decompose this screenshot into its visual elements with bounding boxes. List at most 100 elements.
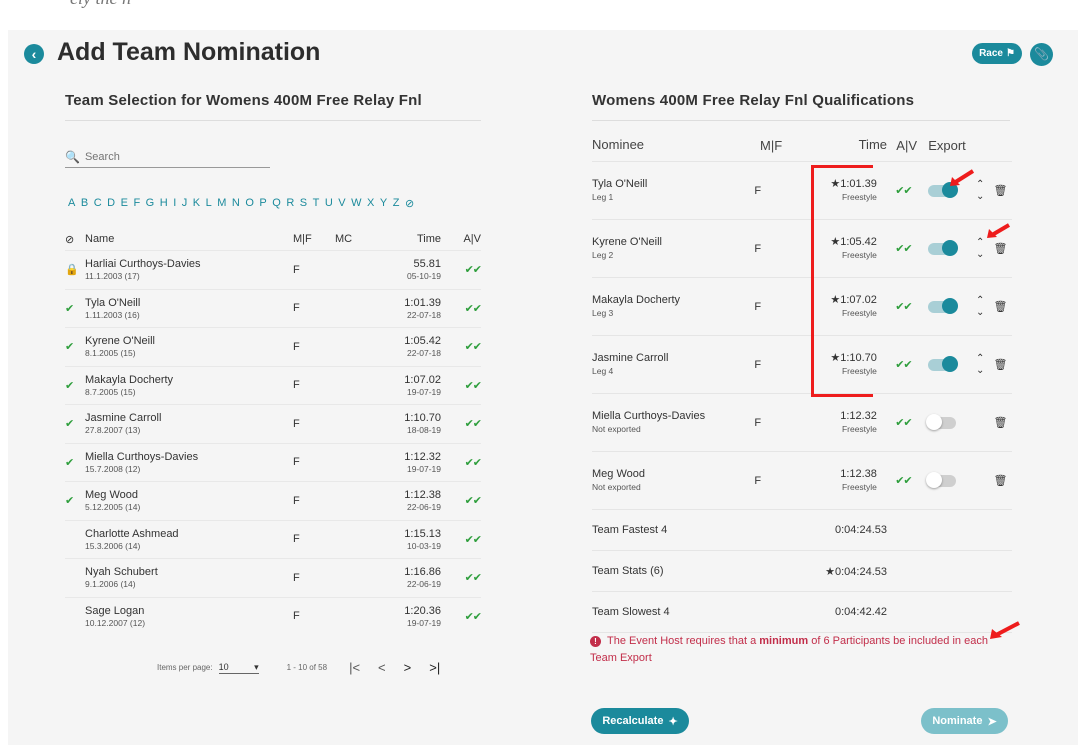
swimmer-name: Tyla O'Neill (85, 296, 141, 309)
table-row[interactable]: ✔ Meg Wood 5.12.2005 (14) F 1:12.38 22-06-19 ✔… (65, 481, 482, 520)
alpha-letter[interactable]: K (193, 197, 200, 210)
table-row[interactable]: Sage Logan 10.12.2007 (12) F 1:20.36 19-07-1… (65, 596, 482, 636)
table-row[interactable]: ✔ Tyla O'Neill 1.11.2003 (16) F 1:01.39 22-07… (65, 288, 482, 328)
gender-cell: F (293, 571, 300, 584)
recalculate-button[interactable]: Recalculate ✦ (591, 708, 689, 734)
next-page-icon[interactable]: > (404, 660, 412, 675)
alpha-letter[interactable]: G (146, 197, 155, 210)
attach-button[interactable]: 📎 (1030, 43, 1053, 66)
gender-cell: F (293, 302, 300, 315)
alpha-letter[interactable]: P (259, 197, 266, 210)
swimmer-dob: 10.12.2007 (12) (85, 617, 146, 628)
gender-cell: F (754, 300, 762, 313)
clear-filter-icon[interactable]: ⊘ (405, 197, 414, 210)
move-up-icon[interactable]: ⌃ (976, 353, 984, 365)
table-row[interactable]: Nyah Schubert 9.1.2006 (14) F 1:16.86 22-06-… (65, 558, 482, 597)
alpha-letter[interactable]: J (182, 197, 188, 210)
trash-icon[interactable]: 🗑 (989, 300, 1012, 313)
gender-cell: F (293, 340, 300, 353)
move-up-icon[interactable]: ⌃ (976, 295, 984, 307)
no-filter-icon[interactable]: ⊘ (65, 233, 85, 246)
alpha-letter[interactable]: U (325, 197, 333, 210)
swimmer-dob: 1.11.2003 (16) (85, 309, 140, 320)
trash-icon[interactable]: 🗑 (989, 184, 1012, 197)
gender-cell: F (293, 610, 300, 623)
swimmer-name: Makayla Docherty (85, 373, 174, 386)
last-page-icon[interactable]: >| (429, 660, 440, 675)
time-date: 22-06-19 (406, 502, 441, 513)
alpha-letter[interactable]: M (217, 197, 226, 210)
time-value: 1:15.13 (404, 527, 441, 540)
trash-icon[interactable]: 🗑 (989, 358, 1012, 371)
trash-icon[interactable]: 🗑 (989, 416, 1012, 429)
toggle-track (925, 413, 956, 430)
nominee-cell: Miella Curthoys-Davies Not exported (592, 409, 746, 436)
stat-value: 0:04:24.53 (835, 524, 887, 536)
alpha-letter[interactable]: Z (393, 197, 400, 210)
col-time[interactable]: Time (385, 232, 441, 246)
prev-page-icon[interactable]: < (378, 660, 386, 675)
nominate-button[interactable]: Nominate ➤ (921, 708, 1008, 734)
items-per-page-select[interactable]: 10 ▾ (218, 662, 259, 674)
table-row[interactable]: ✔ Makayla Docherty 8.7.2005 (15) F 1:07.02 19… (65, 365, 482, 405)
nominee-name: Jasmine Carroll (592, 351, 669, 364)
nominee-cell: Meg Wood Not exported (592, 467, 746, 494)
alpha-letter[interactable]: D (107, 197, 115, 210)
col-mc[interactable]: MC (335, 233, 385, 245)
move-down-icon[interactable]: ⌄ (976, 249, 984, 261)
race-button[interactable]: Race ⚑ (972, 43, 1022, 64)
swimmer-cell: Miella Curthoys-Davies 15.7.2008 (12) (85, 450, 285, 475)
alpha-letter[interactable]: W (351, 197, 361, 210)
alpha-letter[interactable]: B (81, 197, 88, 210)
export-toggle[interactable] (912, 355, 972, 372)
alpha-letter[interactable]: S (300, 197, 307, 210)
flag-icon: ⚑ (1005, 48, 1015, 59)
table-row[interactable]: ✔ Miella Curthoys-Davies 15.7.2008 (12) F 1:… (65, 442, 482, 482)
move-down-icon[interactable]: ⌄ (976, 365, 984, 377)
export-toggle[interactable] (912, 297, 972, 314)
time-date: 10-03-19 (406, 540, 441, 551)
trash-icon[interactable]: 🗑 (989, 242, 1012, 255)
export-toggle[interactable] (912, 413, 972, 430)
stat-label: Team Slowest 4 (592, 606, 670, 618)
alpha-letter[interactable]: L (206, 197, 212, 210)
trash-icon[interactable]: 🗑 (989, 474, 1012, 487)
move-up-icon[interactable]: ⌃ (976, 237, 984, 249)
move-up-icon[interactable]: ⌃ (976, 179, 984, 191)
alpha-letter[interactable]: C (94, 197, 102, 210)
col-av[interactable]: A|V (441, 233, 481, 245)
col-mf: M|F (760, 138, 783, 153)
table-row[interactable]: ✔ Kyrene O'Neill 8.1.2005 (15) F 1:05.42 22-0… (65, 327, 482, 366)
export-toggle[interactable] (912, 239, 972, 256)
alpha-letter[interactable]: T (313, 197, 320, 210)
table-row[interactable]: 🔒 Harliai Curthoys-Davies 11.1.2003 (17) F 5… (65, 250, 482, 289)
move-down-icon[interactable]: ⌄ (976, 307, 984, 319)
alpha-letter[interactable]: R (286, 197, 294, 210)
alpha-letter[interactable]: Y (380, 197, 387, 210)
export-toggle[interactable] (912, 471, 972, 488)
search-input[interactable] (84, 150, 255, 163)
table-header: Nominee M|F Time A|V Export (592, 130, 1012, 162)
verified-icon: ✔✔ (895, 301, 912, 313)
alpha-letter[interactable]: V (338, 197, 345, 210)
col-name[interactable]: Name (85, 232, 285, 246)
alpha-letter[interactable]: A (68, 197, 75, 210)
alpha-letter[interactable]: X (367, 197, 374, 210)
swimmer-cell: Jasmine Carroll 27.8.2007 (13) (85, 411, 285, 436)
alpha-letter[interactable]: I (173, 197, 176, 210)
alpha-letter[interactable]: Q (272, 197, 281, 210)
lock-icon: 🔒 (65, 264, 79, 277)
alpha-letter[interactable]: O (245, 197, 254, 210)
alpha-letter[interactable]: E (121, 197, 128, 210)
table-row[interactable]: Charlotte Ashmead 15.3.2006 (14) F 1:15.13 1… (65, 519, 482, 559)
back-button[interactable]: ‹ (24, 44, 44, 64)
search-box[interactable]: 🔍 (65, 146, 270, 168)
alpha-letter[interactable]: N (232, 197, 240, 210)
alpha-letter[interactable]: F (133, 197, 140, 210)
move-down-icon[interactable]: ⌄ (976, 191, 984, 203)
nominee-leg: Leg 1 (592, 192, 614, 203)
alpha-letter[interactable]: H (160, 197, 168, 210)
table-row[interactable]: ✔ Jasmine Carroll 27.8.2007 (13) F 1:10.70 18… (65, 404, 482, 443)
col-mf[interactable]: M|F (285, 233, 335, 245)
first-page-icon[interactable]: |< (349, 660, 360, 675)
